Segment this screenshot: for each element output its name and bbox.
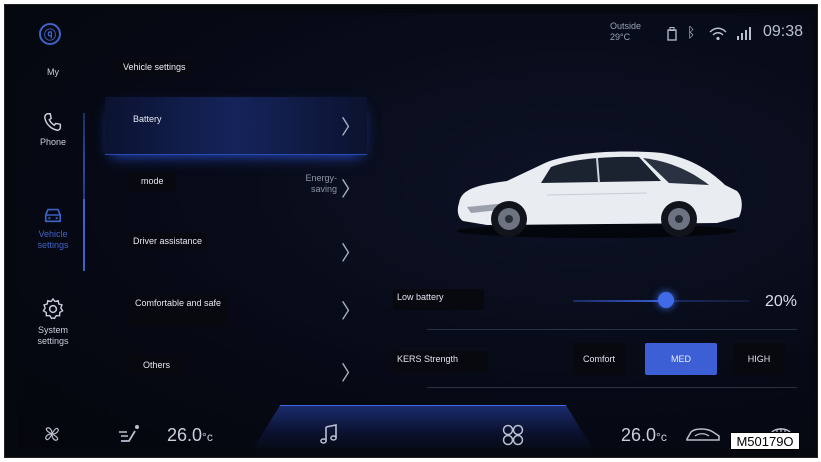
temp-unit: °c	[656, 430, 667, 444]
left-rail: ⓠ My Phone Vehicle settings System setti…	[17, 13, 83, 405]
chevron-right-icon: 〉	[341, 241, 361, 265]
car-icon	[44, 208, 62, 223]
usb-icon	[667, 27, 677, 41]
seat-airflow-icon[interactable]	[117, 421, 143, 445]
left-temp[interactable]: 26.0°c	[167, 425, 213, 446]
rail-label-vehicle-settings: Vehicle settings	[37, 229, 69, 250]
chevron-right-icon: 〉	[341, 177, 361, 201]
kers-option-comfort[interactable]: Comfort	[573, 343, 625, 375]
wifi-icon	[709, 27, 727, 41]
temp-unit: °c	[202, 430, 213, 444]
low-battery-label: Low battery	[393, 289, 484, 310]
menu-item-comfortable-and-safe[interactable]: Comfortable and safe 〉	[105, 285, 367, 343]
signal-4g-icon	[737, 27, 751, 40]
rail-label-my: My	[47, 67, 59, 77]
menu-item-others[interactable]: Others 〉	[105, 347, 367, 405]
screen-frame: ⓠ My Phone Vehicle settings System setti…	[4, 4, 818, 458]
menu-item-label: Others	[129, 357, 185, 373]
outside-temp: 29°C	[610, 32, 631, 42]
brand-logo-icon[interactable]: ⓠ	[39, 23, 61, 45]
outside-label: Outside	[610, 21, 642, 31]
menu-item-label: Driver assistance	[129, 233, 207, 249]
rail-item-system-settings[interactable]: System settings	[23, 297, 83, 347]
rail-label-system-settings: System settings	[37, 325, 69, 346]
ac-fan-icon[interactable]	[501, 423, 525, 447]
rail-item-vehicle-settings[interactable]: Vehicle settings	[23, 205, 83, 251]
music-note-icon[interactable]	[319, 423, 339, 445]
low-battery-value: 20%	[765, 293, 798, 310]
clock: 09:38	[763, 23, 804, 40]
right-temp-value: 26.0	[621, 425, 657, 445]
kers-option-high[interactable]: HIGH	[733, 343, 785, 375]
page-title: Vehicle settings	[117, 60, 192, 74]
mode-value: Energy-saving	[305, 173, 337, 194]
chevron-right-icon: 〉	[341, 361, 361, 385]
menu-item-mode[interactable]: mode Energy-saving 〉	[105, 161, 367, 219]
menu-item-label: Battery	[133, 114, 162, 124]
bottom-bar-highlight	[253, 405, 593, 449]
rail-item-my[interactable]: My	[23, 63, 83, 78]
phone-icon	[44, 113, 62, 131]
infotainment-screen: ⓠ My Phone Vehicle settings System setti…	[17, 13, 813, 449]
reference-code: M50179O	[730, 432, 800, 450]
right-temp[interactable]: 26.0°c	[621, 425, 667, 446]
menu-item-battery[interactable]: Battery 〉	[105, 97, 367, 155]
menu-item-driver-assistance[interactable]: Driver assistance 〉	[105, 223, 367, 281]
chevron-right-icon: 〉	[341, 115, 361, 139]
rail-label-phone: Phone	[39, 137, 67, 147]
vehicle-illustration	[457, 151, 742, 238]
chevron-right-icon: 〉	[341, 299, 361, 323]
divider	[427, 329, 797, 330]
fan-icon[interactable]	[41, 423, 63, 445]
divider	[427, 387, 797, 388]
left-temp-value: 26.0	[167, 425, 203, 445]
active-indicator	[83, 199, 85, 271]
kers-option-med[interactable]: MED	[645, 343, 717, 375]
bluetooth-icon: ᛒ	[687, 25, 696, 41]
kers-strength-label: KERS Strength	[393, 351, 489, 372]
rail-item-phone[interactable]: Phone	[23, 111, 83, 148]
gear-icon	[42, 297, 64, 320]
outside-temp-block: Outside 29°C	[610, 21, 641, 43]
menu-item-label: Comfortable and safe	[129, 295, 228, 326]
car-recirculation-icon[interactable]	[685, 425, 721, 445]
menu-item-label: mode	[129, 173, 176, 191]
low-battery-slider-thumb[interactable]	[658, 292, 675, 308]
